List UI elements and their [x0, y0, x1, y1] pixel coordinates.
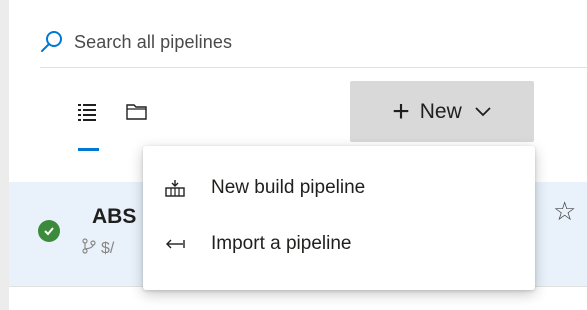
menu-item-label: Import a pipeline — [211, 233, 352, 254]
pipeline-name[interactable]: ABS — [92, 205, 136, 229]
menu-item-import-pipeline[interactable]: Import a pipeline — [143, 218, 535, 270]
menu-item-label: New build pipeline — [211, 177, 366, 198]
left-rail — [0, 0, 9, 310]
header-divider — [40, 67, 587, 68]
active-tab-indicator — [78, 148, 99, 151]
search-box[interactable]: Search all pipelines — [40, 22, 232, 62]
chevron-down-icon — [474, 100, 492, 124]
new-button[interactable]: + New — [350, 81, 534, 142]
folder-view-icon[interactable] — [125, 101, 149, 123]
build-pipeline-icon — [163, 176, 187, 200]
branch-icon — [82, 238, 96, 259]
import-icon — [163, 232, 187, 256]
search-placeholder[interactable]: Search all pipelines — [74, 32, 232, 53]
list-view-icon[interactable] — [78, 101, 100, 123]
success-status-icon — [38, 220, 60, 242]
pipeline-branch: $/ — [82, 238, 114, 259]
pipeline-path: $/ — [101, 239, 115, 257]
star-icon[interactable]: ☆ — [553, 196, 576, 227]
new-button-label: New — [419, 99, 462, 123]
plus-icon: + — [392, 94, 410, 128]
menu-item-new-build-pipeline[interactable]: New build pipeline — [143, 162, 535, 214]
search-icon — [40, 30, 64, 54]
new-dropdown-menu: New build pipeline Import a pipeline — [143, 146, 535, 290]
